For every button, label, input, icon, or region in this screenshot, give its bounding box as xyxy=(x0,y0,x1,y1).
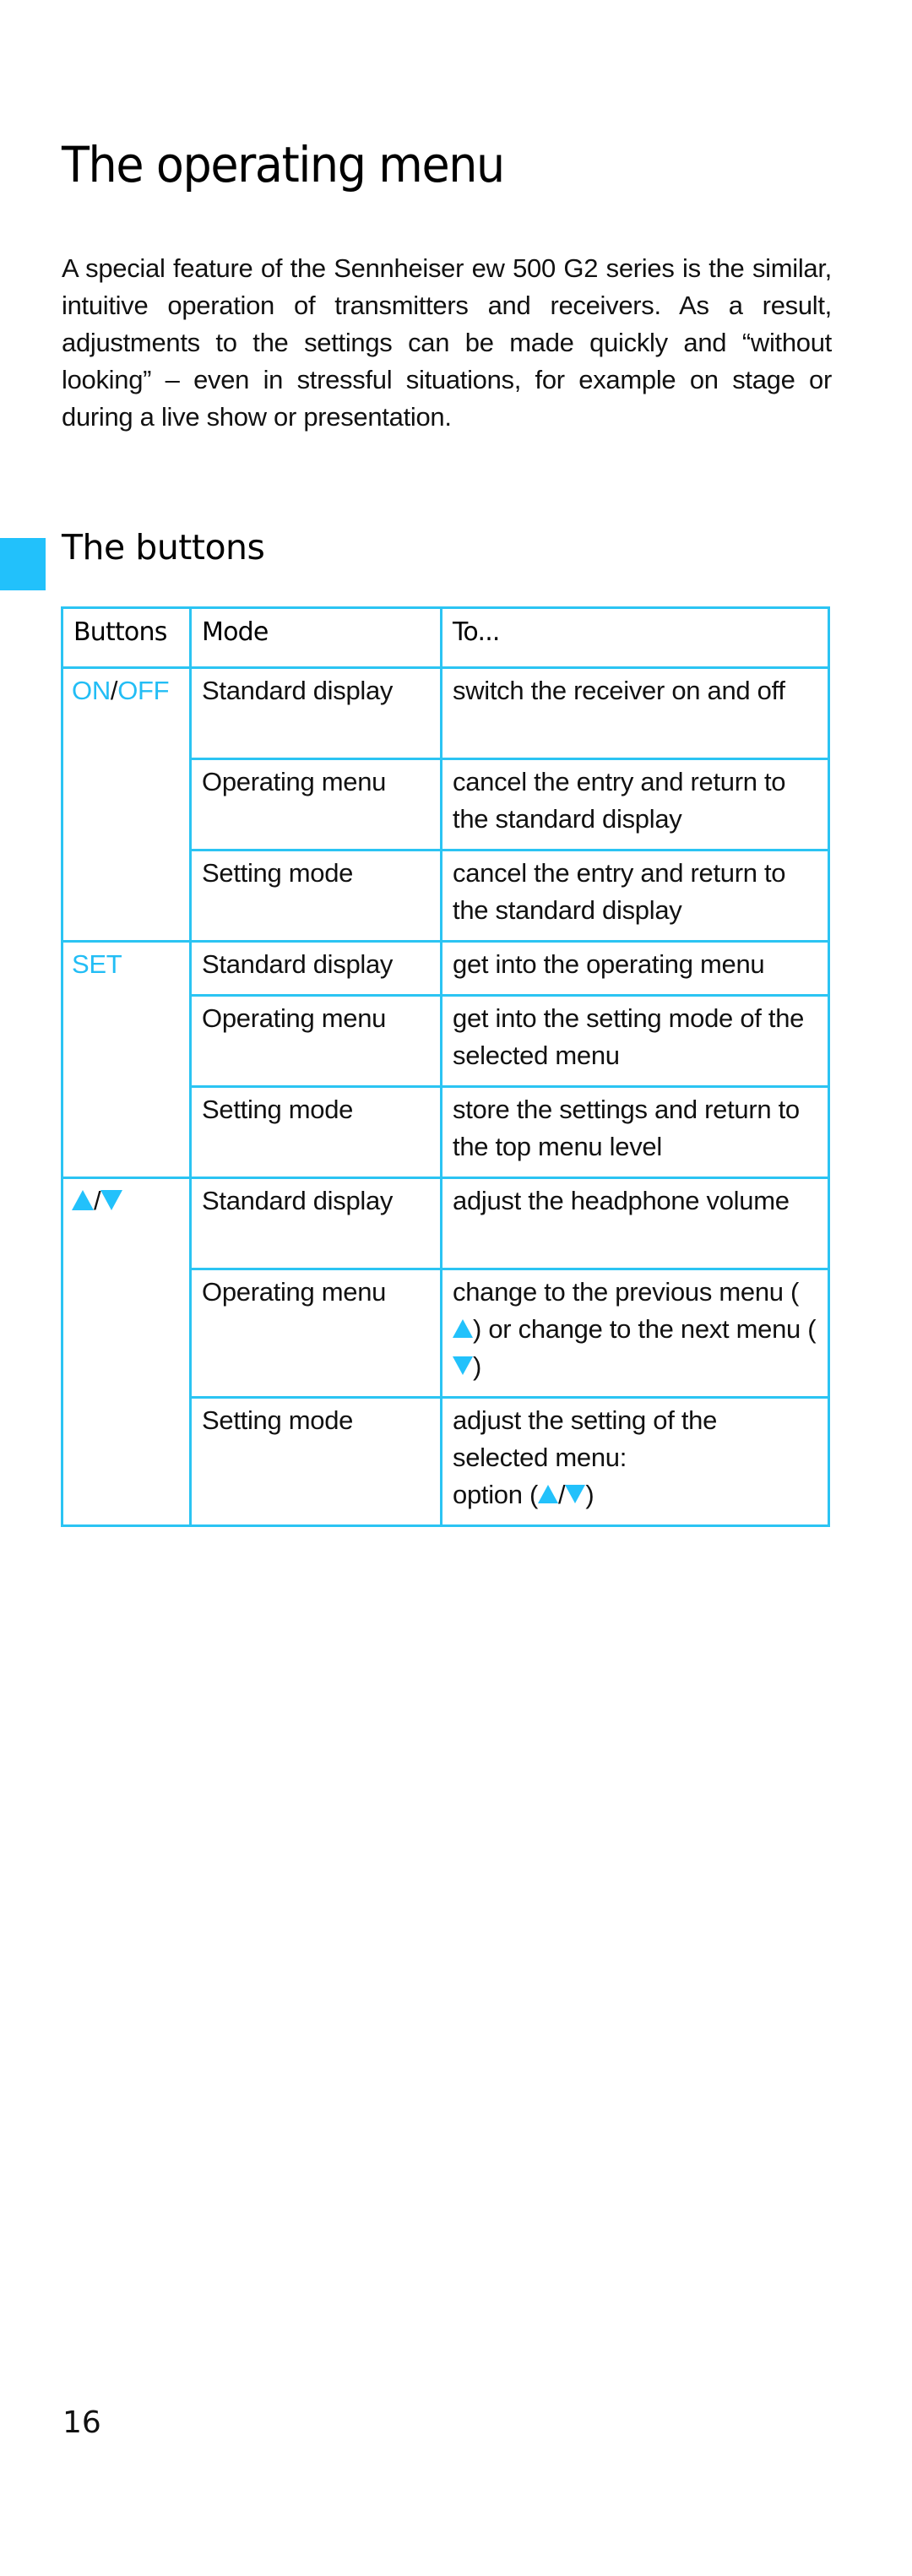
triangle-down-icon xyxy=(453,1356,473,1375)
button-label-set: SET xyxy=(72,949,122,979)
table-row: SET Standard display get into the operat… xyxy=(61,940,830,1179)
mode-cell: Standard display xyxy=(189,1177,442,1270)
header-mode: Mode xyxy=(189,606,442,669)
action-cell: cancel the entry and return to the stand… xyxy=(440,849,830,943)
button-label-off: OFF xyxy=(117,676,170,705)
action-text: ) xyxy=(473,1351,482,1381)
button-label-separator: / xyxy=(94,1186,101,1215)
action-text: ) or change to the next menu ( xyxy=(473,1314,817,1344)
intro-paragraph: A special feature of the Sennheiser ew 5… xyxy=(62,253,832,432)
action-cell: adjust the headphone volume xyxy=(440,1177,830,1270)
button-label-separator: / xyxy=(110,676,118,705)
button-cell-up-down: / xyxy=(61,1177,192,1527)
header-to: To... xyxy=(440,606,830,669)
table-header-row: Buttons Mode To... xyxy=(61,606,830,669)
page-number: 16 xyxy=(62,2405,101,2440)
action-cell: store the settings and return to the top… xyxy=(440,1085,830,1179)
triangle-down-icon xyxy=(565,1485,586,1503)
mode-cell: Operating menu xyxy=(189,1268,442,1399)
button-label-on: ON xyxy=(72,676,111,705)
action-cell: cancel the entry and return to the stand… xyxy=(440,758,830,851)
button-cell-set: SET xyxy=(61,940,192,1179)
triangle-up-icon xyxy=(538,1485,558,1503)
triangle-down-icon xyxy=(100,1190,123,1210)
action-cell: get into the operating menu xyxy=(440,940,830,997)
action-cell: change to the previous menu ( ) or change… xyxy=(440,1268,830,1399)
action-text: / xyxy=(558,1480,566,1509)
header-buttons: Buttons xyxy=(61,606,192,669)
mode-cell: Setting mode xyxy=(189,1396,442,1527)
mode-cell: Setting mode xyxy=(189,849,442,943)
section-marker xyxy=(0,538,46,590)
table-row: ON/OFF Standard display switch the recei… xyxy=(61,666,830,943)
action-text: change to the previous menu ( xyxy=(453,1277,800,1307)
action-cell: get into the setting mode of the selecte… xyxy=(440,994,830,1088)
mode-cell: Standard display xyxy=(189,666,442,760)
action-cell: adjust the setting of the selected menu:… xyxy=(440,1396,830,1527)
action-text: adjust the setting of the selected menu: xyxy=(453,1405,718,1472)
page-title: The operating menu xyxy=(62,136,505,193)
triangle-up-icon xyxy=(72,1190,94,1210)
table-row: / Standard display adjust the headphone … xyxy=(61,1177,830,1527)
section-title: The buttons xyxy=(62,527,265,568)
buttons-table: Buttons Mode To... ON/OFF Standard displ… xyxy=(61,606,830,1527)
mode-cell: Operating menu xyxy=(189,994,442,1088)
mode-cell: Setting mode xyxy=(189,1085,442,1179)
triangle-up-icon xyxy=(453,1319,473,1338)
mode-cell: Standard display xyxy=(189,940,442,997)
button-cell-on-off: ON/OFF xyxy=(61,666,192,943)
action-text: option ( xyxy=(453,1480,538,1509)
mode-cell: Operating menu xyxy=(189,758,442,851)
action-cell: switch the receiver on and off xyxy=(440,666,830,760)
action-text: ) xyxy=(585,1480,594,1509)
